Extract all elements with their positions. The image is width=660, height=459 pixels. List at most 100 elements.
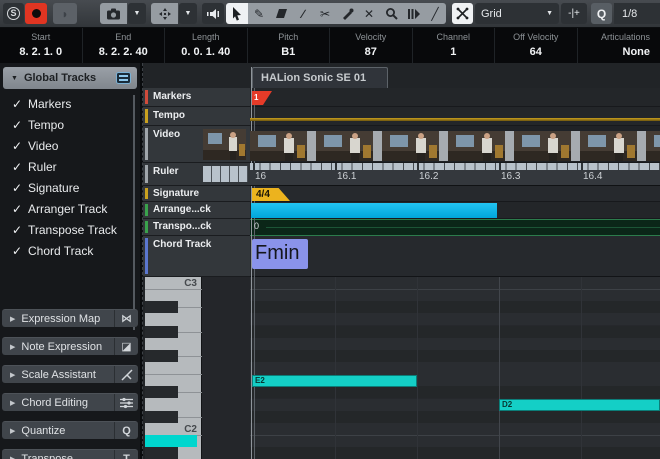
ruler-tick-strip[interactable] (250, 163, 660, 170)
tool-comp[interactable] (402, 3, 424, 24)
record-button[interactable] (25, 3, 47, 24)
track-header-signature[interactable]: Signature (143, 186, 250, 202)
editor-view-button[interactable] (100, 3, 127, 24)
acoustic-feedback-disabled-button[interactable]: ◗ (53, 3, 77, 24)
global-track-item-transpose[interactable]: ✓Transpose Track (0, 219, 132, 240)
snap-toggle-button[interactable] (452, 3, 473, 24)
tool-mute[interactable]: ✕ (358, 3, 380, 24)
section-chord-editing[interactable]: ▶Chord Editing (2, 393, 138, 411)
black-key[interactable] (145, 350, 178, 362)
tempo-curve-line[interactable] (250, 118, 660, 121)
tool-erase[interactable] (270, 3, 292, 24)
grid-relative-button[interactable]: -|+ (561, 3, 587, 24)
black-key[interactable] (145, 326, 178, 338)
video-thumbnail (382, 131, 439, 161)
track-header-transpose[interactable]: Transpo...ck (143, 219, 250, 236)
global-track-item-video[interactable]: ✓Video (0, 135, 132, 156)
global-track-item-tempo[interactable]: ✓Tempo (0, 114, 132, 135)
section-quantize[interactable]: ▶QuantizeQ (2, 421, 138, 439)
tool-line[interactable]: ╱ (424, 3, 446, 24)
global-track-item-ruler[interactable]: ✓Ruler (0, 156, 132, 177)
chord-event[interactable]: Fmin (252, 239, 308, 269)
note-grid[interactable]: E2 D2 (250, 277, 660, 459)
track-header-ruler[interactable]: Ruler (143, 163, 250, 186)
tool-glue[interactable] (336, 3, 358, 24)
quantize-button[interactable]: Q (591, 3, 612, 24)
info-field-articulations[interactable]: ArticulationsNone (578, 28, 660, 63)
highlighted-key-b1[interactable] (145, 435, 197, 447)
key-editor-window: S ◗ ▼ ▼ ✎ ∕ ✂ ✕ ╱ (0, 0, 660, 459)
note-event[interactable]: E2 (252, 375, 417, 387)
black-key[interactable] (145, 411, 178, 423)
track-color-stripe (145, 165, 148, 183)
black-key[interactable] (145, 386, 178, 398)
snap-type-select[interactable]: Grid ▼ (475, 3, 559, 24)
autoscroll-button[interactable] (151, 3, 178, 24)
track-header-chord[interactable]: Chord Track (143, 236, 250, 277)
transpose-value[interactable]: 0 (254, 221, 259, 231)
global-track-headers: Markers Tempo Video Ruler Signature Arra… (143, 63, 250, 277)
info-field-end[interactable]: End8. 2. 2. 40 (83, 28, 166, 63)
global-track-item-signature[interactable]: ✓Signature (0, 177, 132, 198)
tool-split[interactable]: ✂ (314, 3, 336, 24)
note-expression-icon[interactable]: ◪ (114, 338, 138, 355)
ruler-label: 16.4 (583, 171, 602, 182)
track-header-arranger[interactable]: Arrange...ck (143, 202, 250, 219)
expression-map-icon[interactable]: ⋈ (114, 310, 138, 327)
part-tab[interactable]: HALion Sonic SE 01 (252, 67, 388, 88)
snap-type-value: Grid (481, 8, 546, 20)
editor-view-dropdown[interactable]: ▼ (128, 3, 146, 24)
autoscroll-dropdown[interactable]: ▼ (179, 3, 197, 24)
acoustic-feedback-button[interactable] (202, 3, 224, 24)
tool-zoom[interactable] (380, 3, 402, 24)
video-thumbnail (580, 131, 637, 161)
signature-track-lane[interactable] (250, 186, 660, 202)
info-field-channel[interactable]: Channel1 (413, 28, 496, 63)
expand-triangle-icon: ▶ (10, 427, 15, 435)
scissors-icon: ✂ (320, 8, 330, 20)
section-scale-assistant[interactable]: ▶Scale Assistant (2, 365, 138, 383)
tempo-track-lane[interactable] (250, 107, 660, 126)
info-line: Start8. 2. 1. 0 End8. 2. 2. 40 Length0. … (0, 28, 660, 63)
chevron-down-icon: ▼ (185, 10, 192, 17)
chevron-down-icon: ▼ (546, 10, 553, 17)
track-color-stripe (145, 128, 148, 160)
info-field-length[interactable]: Length0. 0. 1. 40 (165, 28, 248, 63)
black-key[interactable] (145, 301, 178, 313)
global-track-item-arranger[interactable]: ✓Arranger Track (0, 198, 132, 219)
piano-keyboard[interactable]: C3 C2 (145, 277, 202, 459)
info-field-velocity[interactable]: Velocity87 (330, 28, 413, 63)
expand-triangle-icon: ▶ (10, 399, 15, 407)
info-field-pitch[interactable]: PitchB1 (248, 28, 331, 63)
info-field-off-velocity[interactable]: Off Velocity64 (495, 28, 578, 63)
section-note-expression[interactable]: ▶Note Expression◪ (2, 337, 138, 355)
expand-triangle-icon: ▶ (10, 455, 15, 459)
sidebar-scrollbar[interactable] (133, 95, 135, 330)
global-track-item-chord[interactable]: ✓Chord Track (0, 240, 132, 261)
tool-trim[interactable]: ∕ (292, 3, 314, 24)
section-expression-map[interactable]: ▶Expression Map⋈ (2, 309, 138, 327)
markers-track-lane[interactable] (250, 88, 660, 107)
video-thumbnail (316, 131, 373, 161)
quantize-preset-select[interactable]: 1/8 (614, 3, 660, 24)
tool-draw[interactable]: ✎ (248, 3, 270, 24)
quantize-icon[interactable]: Q (114, 422, 138, 439)
transpose-icon[interactable]: T (114, 450, 138, 459)
global-track-item-markers[interactable]: ✓Markers (0, 93, 132, 114)
global-tracks-header[interactable]: ▼ Global Tracks (3, 67, 137, 89)
chord-track-lane[interactable] (250, 236, 660, 277)
track-header-video[interactable]: Video (143, 126, 250, 163)
note-event[interactable]: D2 (499, 399, 660, 411)
arranger-event[interactable] (251, 203, 497, 218)
tool-object-selection[interactable] (226, 3, 248, 24)
section-transpose[interactable]: ▶TransposeT (2, 449, 138, 459)
black-key[interactable] (145, 447, 178, 459)
octave-line (250, 435, 660, 436)
solo-editor-button[interactable]: S (3, 3, 24, 24)
track-color-stripe (145, 109, 148, 123)
global-tracks-title: Global Tracks (24, 72, 116, 84)
toolbar: S ◗ ▼ ▼ ✎ ∕ ✂ ✕ ╱ (0, 0, 660, 28)
track-header-tempo[interactable]: Tempo (143, 107, 250, 126)
info-field-start[interactable]: Start8. 2. 1. 0 (0, 28, 83, 63)
track-header-markers[interactable]: Markers (143, 88, 250, 107)
